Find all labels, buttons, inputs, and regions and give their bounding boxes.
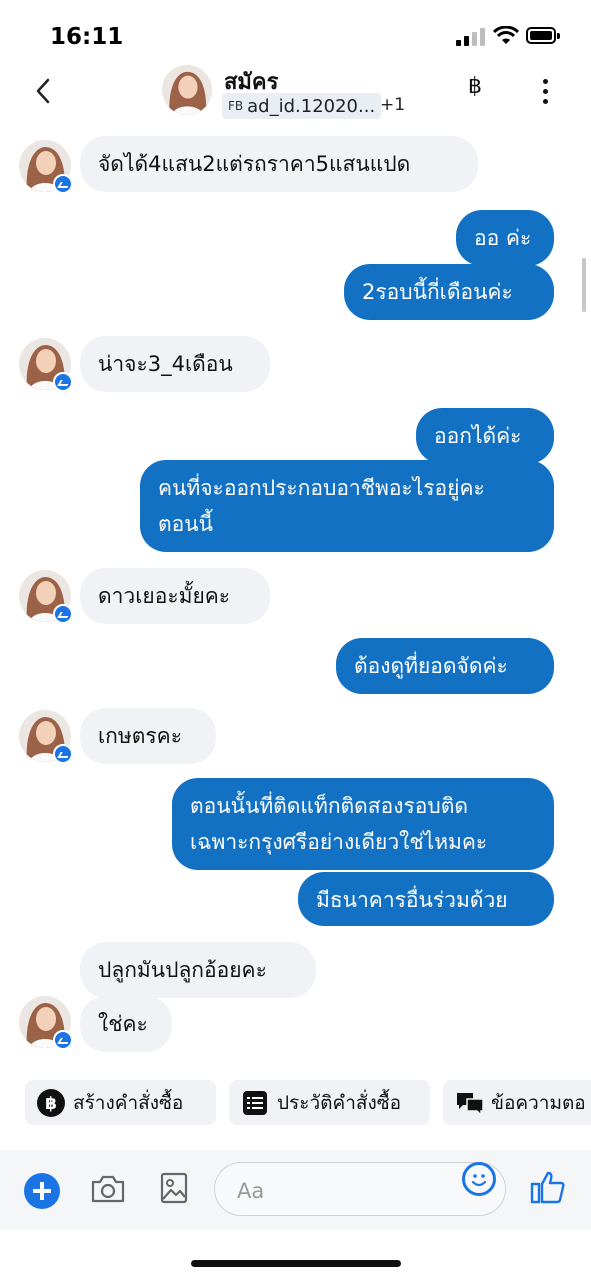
- messenger-badge-icon: [53, 604, 73, 624]
- message-bubble-incoming[interactable]: ดาวเยอะมั้ยคะ: [80, 568, 270, 624]
- create-order-label: สร้างคำสั่งซื้อ: [73, 1091, 184, 1114]
- chat-bubbles-icon: [455, 1089, 484, 1117]
- message-line: คนที่จะออกประกอบอาชีพอะไรอยู่คะ: [158, 476, 485, 500]
- contact-avatar-small: [19, 710, 73, 764]
- contact-avatar-small: [19, 570, 73, 624]
- messenger-badge-icon: [53, 174, 73, 194]
- baht-circle-icon: ฿: [37, 1088, 65, 1117]
- contact-avatar[interactable]: [162, 65, 212, 115]
- emoji-icon[interactable]: [462, 1162, 496, 1196]
- baht-icon[interactable]: ฿: [468, 74, 482, 99]
- quick-actions-bar: ฿ สร้างคำสั่งซื้อ ประวัติคำสั่งซื้อ ข้อค…: [0, 1080, 591, 1128]
- status-time: 16:11: [50, 24, 124, 50]
- message-line: ตอนนั้นที่ติดแท็กติดสองรอบติด: [190, 794, 468, 818]
- ad-id-label: ad_id.12020...: [247, 95, 376, 117]
- svg-text:฿: ฿: [45, 1094, 57, 1114]
- message-line: ตอนนี้: [158, 512, 213, 536]
- message-bubble-outgoing[interactable]: ตอนนั้นที่ติดแท็กติดสองรอบติด เฉพาะกรุงศ…: [172, 778, 554, 870]
- message-bubble-outgoing[interactable]: ออ ค่ะ: [456, 210, 554, 266]
- battery-icon: [526, 27, 560, 44]
- camera-icon[interactable]: [90, 1174, 126, 1204]
- conversation-header: สมัคร FB ad_id.12020... +1 ฿: [0, 60, 591, 124]
- order-history-label: ประวัติคำสั่งซื้อ: [277, 1091, 402, 1114]
- thumbs-up-icon[interactable]: [530, 1170, 566, 1204]
- message-bubble-incoming[interactable]: ใช่คะ: [80, 996, 172, 1052]
- message-bubble-outgoing[interactable]: ออกได้ค่ะ: [416, 408, 554, 464]
- saved-replies-label: ข้อความตอ: [491, 1091, 586, 1114]
- saved-replies-button[interactable]: ข้อความตอ: [443, 1080, 591, 1125]
- create-order-button[interactable]: ฿ สร้างคำสั่งซื้อ: [25, 1080, 216, 1125]
- tag-prefix: FB: [228, 99, 244, 113]
- messenger-badge-icon: [53, 372, 73, 392]
- message-bubble-outgoing[interactable]: ต้องดูที่ยอดจัดค่ะ: [336, 638, 554, 694]
- order-list-icon: [241, 1089, 269, 1117]
- ad-id-tag[interactable]: FB ad_id.12020...: [222, 93, 382, 119]
- gallery-icon[interactable]: [160, 1172, 188, 1204]
- home-indicator[interactable]: [191, 1260, 401, 1267]
- message-composer: [0, 1150, 591, 1230]
- wifi-icon: [493, 26, 519, 44]
- message-bubble-incoming[interactable]: จัดได้4แสน2แต่รถราคา5แสนแปด: [80, 136, 478, 192]
- back-chevron-icon[interactable]: [30, 74, 58, 108]
- contact-avatar-small: [19, 140, 73, 194]
- message-bubble-incoming[interactable]: น่าจะ3_4เดือน: [80, 336, 270, 392]
- message-bubble-incoming[interactable]: ปลูกมันปลูกอ้อยคะ: [80, 942, 316, 998]
- messenger-badge-icon: [53, 744, 73, 764]
- cellular-signal-icon: [456, 28, 486, 46]
- message-bubble-incoming[interactable]: เกษตรคะ: [80, 708, 216, 764]
- order-history-button[interactable]: ประวัติคำสั่งซื้อ: [229, 1080, 430, 1125]
- message-input-box[interactable]: [214, 1162, 506, 1216]
- message-input[interactable]: [235, 1175, 459, 1207]
- more-tags-count[interactable]: +1: [380, 95, 405, 115]
- messenger-badge-icon: [53, 1030, 73, 1050]
- contact-avatar-small: [19, 996, 73, 1050]
- message-bubble-outgoing[interactable]: คนที่จะออกประกอบอาชีพอะไรอยู่คะ ตอนนี้: [140, 460, 554, 552]
- message-line: เฉพาะกรุงศรีอย่างเดียวใช่ไหมคะ: [190, 830, 488, 854]
- more-options-icon[interactable]: [538, 76, 552, 106]
- plus-icon[interactable]: [24, 1173, 60, 1209]
- chat-scrollbar[interactable]: [582, 258, 586, 312]
- message-bubble-outgoing[interactable]: มีธนาคารอื่นร่วมด้วย: [298, 872, 554, 926]
- message-list[interactable]: จัดได้4แสน2แต่รถราคา5แสนแปด ออ ค่ะ 2รอบน…: [0, 124, 591, 1064]
- contact-avatar-small: [19, 338, 73, 392]
- message-bubble-outgoing[interactable]: 2รอบนี้กี่เดือนค่ะ: [344, 264, 554, 320]
